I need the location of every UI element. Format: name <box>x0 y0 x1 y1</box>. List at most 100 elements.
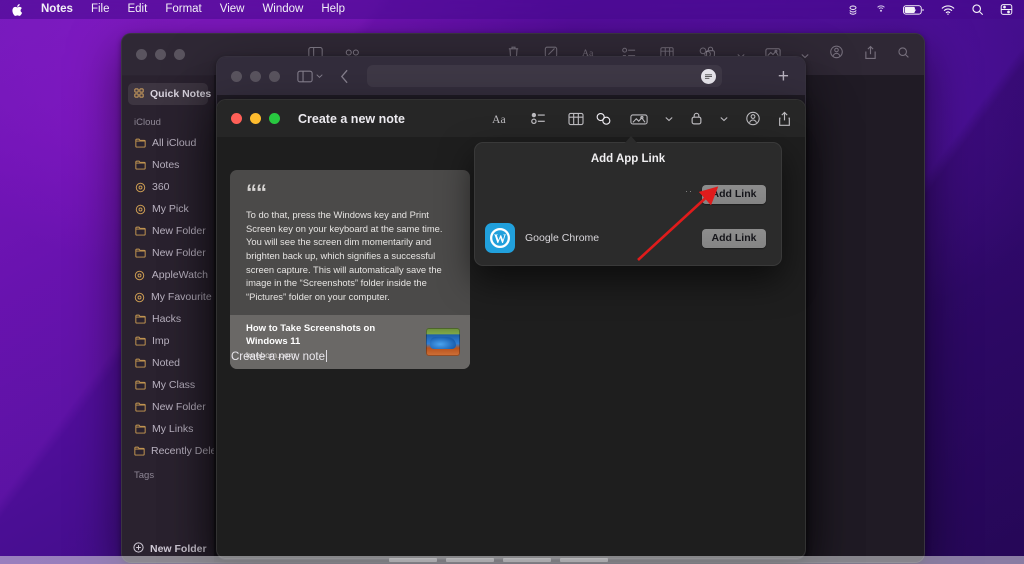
menu-bar: Notes File Edit Format View Window Help <box>0 0 1024 19</box>
close-button[interactable] <box>231 113 242 124</box>
sidebar-item-all-icloud[interactable]: All iCloud <box>122 132 214 154</box>
note-body-text-line[interactable]: Create a new note <box>231 350 327 363</box>
media-icon[interactable] <box>630 112 648 126</box>
sidebar-item-360[interactable]: 360 <box>122 176 214 198</box>
safari-toolbar: + <box>217 57 805 96</box>
menu-item-help[interactable]: Help <box>312 0 354 19</box>
address-bar[interactable] <box>367 65 722 87</box>
notes-sidebar[interactable]: Quick Notes iCloud All iCloud Notes 360 My … <box>122 75 214 562</box>
close-button[interactable] <box>231 70 242 82</box>
checklist-icon[interactable] <box>531 112 547 125</box>
minimize-button[interactable] <box>155 49 166 60</box>
window-traffic-lights[interactable] <box>136 49 185 60</box>
note-body-text: Create a new note <box>231 351 325 363</box>
folder-icon <box>134 336 146 346</box>
new-tab-button[interactable]: + <box>778 67 789 86</box>
sidebar-item-recently-deleted[interactable]: Recently Deleted <box>122 440 214 462</box>
sidebar-item-label: My Favourite <box>151 291 212 303</box>
table-icon[interactable] <box>568 112 584 126</box>
sidebar-item-label: New Folder <box>152 247 206 259</box>
sidebar-item-new-folder[interactable]: New Folder <box>122 220 214 242</box>
popover-row-chrome[interactable]: W Google Chrome Add Link <box>475 221 781 255</box>
smart-folder-icon <box>134 270 146 281</box>
sidebar-item-label: 360 <box>152 181 170 193</box>
note-traffic-lights[interactable] <box>231 113 280 124</box>
folder-icon <box>134 424 146 434</box>
sidebar-item-hacks[interactable]: Hacks <box>122 308 214 330</box>
sidebar-toggle-icon[interactable] <box>297 70 323 83</box>
menu-item-view[interactable]: View <box>211 0 254 19</box>
sidebar-item-applewatch[interactable]: AppleWatch <box>122 264 214 286</box>
sidebar-item-quick-notes[interactable]: Quick Notes <box>128 83 211 105</box>
lock-icon[interactable] <box>690 111 703 126</box>
sidebar-item-new-folder[interactable]: New Folder <box>122 396 214 418</box>
add-app-link-popover[interactable]: Add App Link ·· Add Link W Google Chrome… <box>474 136 782 266</box>
dock[interactable] <box>0 556 1024 564</box>
search-icon[interactable] <box>971 3 984 16</box>
collaborate-icon[interactable] <box>745 111 761 126</box>
quote-text: To do that, press the Windows key and Pr… <box>246 209 443 302</box>
maximize-button[interactable] <box>269 113 280 124</box>
chevron-down-icon-2[interactable] <box>720 116 728 122</box>
battery-charging-icon[interactable] <box>903 4 925 16</box>
chevron-left-icon[interactable] <box>340 69 349 84</box>
share-icon[interactable] <box>864 45 877 65</box>
airplay-icon[interactable] <box>875 4 887 16</box>
sidebar-item-label: New Folder <box>152 401 206 413</box>
sidebar-item-new-folder[interactable]: New Folder <box>122 242 214 264</box>
dock-item[interactable] <box>389 558 437 562</box>
sidebar-item-notes[interactable]: Notes <box>122 154 214 176</box>
sidebar-item-noted[interactable]: Noted <box>122 352 214 374</box>
share-icon[interactable] <box>778 111 791 127</box>
collaborate-icon[interactable] <box>829 45 844 64</box>
sidebar-item-my-pick[interactable]: My Pick <box>122 198 214 220</box>
menu-item-format[interactable]: Format <box>156 0 210 19</box>
svg-text:W: W <box>494 232 507 246</box>
menu-item-file[interactable]: File <box>82 0 119 19</box>
dock-item[interactable] <box>446 558 494 562</box>
minimize-button[interactable] <box>250 113 261 124</box>
popover-row-first[interactable]: ·· Add Link <box>475 181 781 207</box>
folder-icon <box>134 358 146 368</box>
close-button[interactable] <box>136 49 147 60</box>
sidebar-item-my-links[interactable]: My Links <box>122 418 214 440</box>
smart-folder-icon <box>134 182 146 193</box>
quote-mark-icon: ““ <box>246 180 267 205</box>
menu-item-window[interactable]: Window <box>253 0 312 19</box>
new-folder-button[interactable]: New Folder <box>122 542 214 556</box>
apple-logo-icon[interactable] <box>11 3 32 17</box>
safari-traffic-lights[interactable] <box>231 70 280 82</box>
app-name-label: Google Chrome <box>525 232 600 244</box>
popover-row-dots: ·· <box>685 186 693 196</box>
screen: Notes File Edit Format View Window Help <box>0 0 1024 564</box>
maximize-button[interactable] <box>174 49 185 60</box>
maximize-button[interactable] <box>269 70 280 82</box>
dock-item[interactable] <box>503 558 551 562</box>
add-link-button-1[interactable]: Add Link <box>702 184 766 204</box>
link-icon[interactable] <box>595 112 613 126</box>
menu-item-notes[interactable]: Notes <box>32 0 82 19</box>
minimize-button[interactable] <box>250 70 261 82</box>
stack-overflow-icon[interactable] <box>847 4 859 16</box>
svg-text:Aa: Aa <box>492 113 506 126</box>
menu-item-edit[interactable]: Edit <box>118 0 156 19</box>
sidebar-section-tags: Tags <box>134 470 155 481</box>
reader-view-icon[interactable] <box>701 68 716 84</box>
folder-icon <box>134 402 146 412</box>
search-icon-notes[interactable] <box>897 46 910 64</box>
sidebar-item-imp[interactable]: Imp <box>122 330 214 352</box>
folder-icon <box>134 138 146 148</box>
folder-icon <box>134 446 145 456</box>
sidebar-item-label: Imp <box>152 335 170 347</box>
format-text-icon[interactable]: Aa <box>492 112 510 126</box>
quote-block[interactable]: ““ To do that, press the Windows key and… <box>230 170 470 370</box>
window-title: Create a new note <box>298 111 405 126</box>
sidebar-item-my-favourite[interactable]: My Favourite <box>122 286 214 308</box>
sidebar-item-my-class[interactable]: My Class <box>122 374 214 396</box>
dock-item[interactable] <box>560 558 608 562</box>
wifi-icon[interactable] <box>941 4 955 16</box>
add-link-button-2[interactable]: Add Link <box>702 228 766 248</box>
control-center-icon[interactable] <box>1000 3 1013 16</box>
folder-icon <box>134 160 146 170</box>
chevron-down-icon[interactable] <box>665 116 673 122</box>
